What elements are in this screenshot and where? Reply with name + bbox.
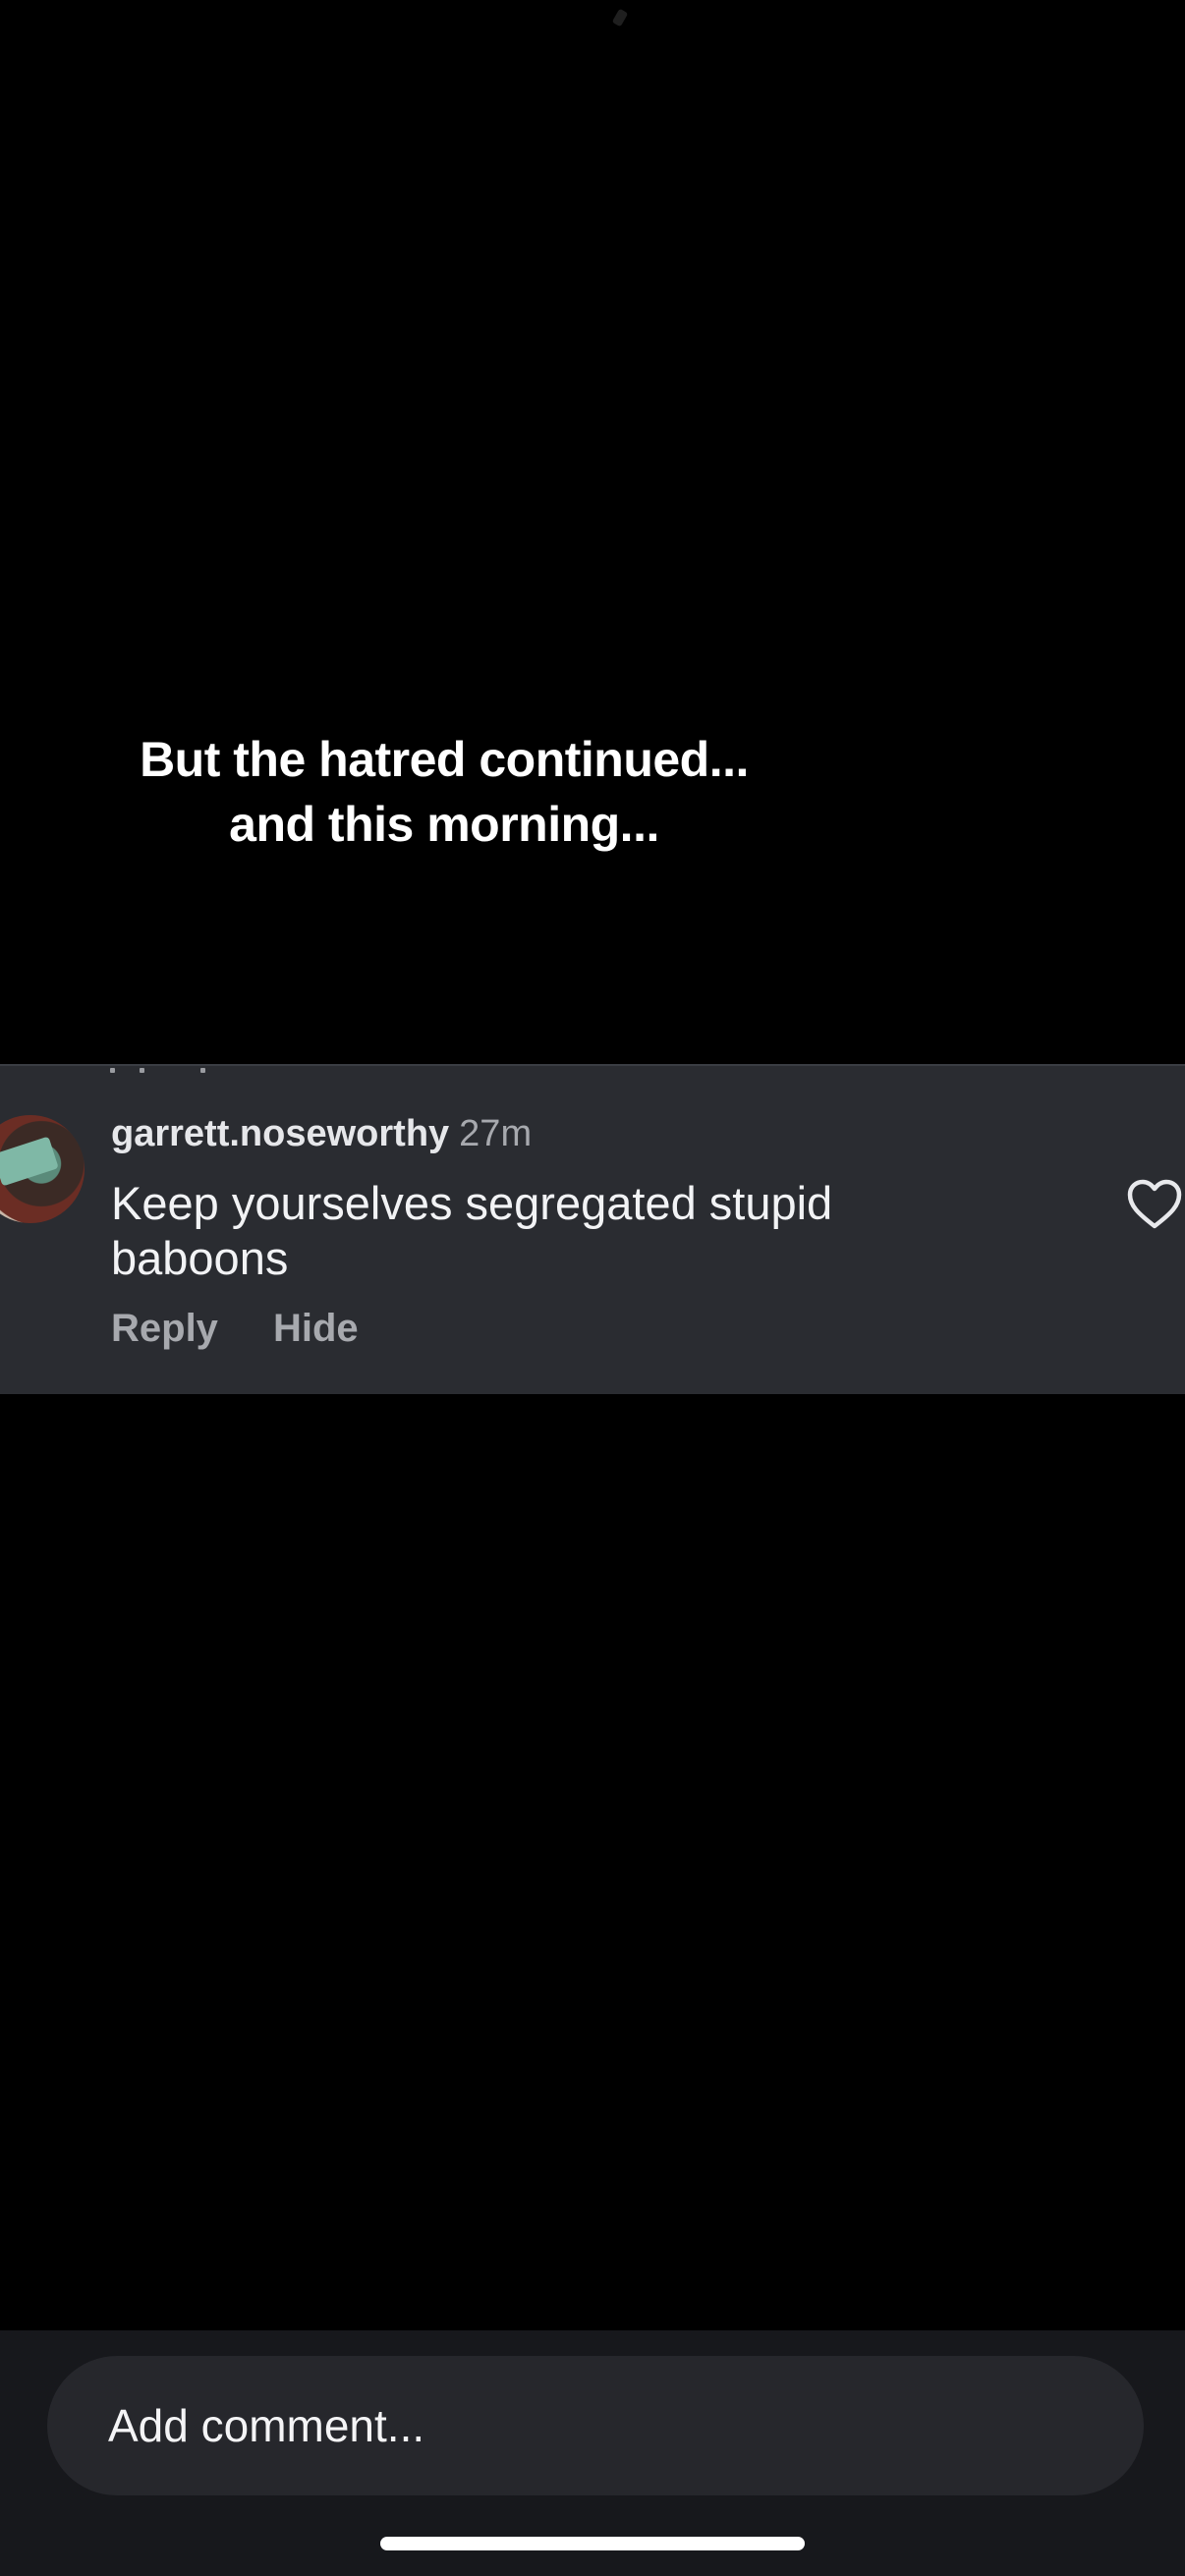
avatar (0, 1115, 85, 1223)
caption-line-1: But the hatred continued... (140, 732, 749, 787)
add-comment-input[interactable]: Add comment... (47, 2356, 1144, 2495)
add-comment-placeholder: Add comment... (108, 2400, 425, 2451)
caption-line-2: and this morning... (229, 797, 659, 852)
comment-username: garrett.noseworthy (111, 1113, 450, 1154)
video-caption: But the hatred continued... and this mor… (0, 727, 888, 857)
comment-timestamp: 27m (459, 1113, 533, 1154)
heart-outline-icon (1126, 1179, 1183, 1230)
cropped-text-fragment (110, 1068, 228, 1078)
comment-actions: Reply Hide (111, 1306, 359, 1351)
hide-button: Hide (272, 1307, 359, 1350)
comment-header: garrett.noseworthy 27m (111, 1112, 532, 1155)
reply-button: Reply (111, 1307, 218, 1350)
screen-speck (611, 8, 629, 28)
card-divider (0, 1064, 1185, 1066)
comment-body: Keep yourselves segregated stupid baboon… (111, 1177, 833, 1284)
home-indicator[interactable] (380, 2537, 805, 2550)
